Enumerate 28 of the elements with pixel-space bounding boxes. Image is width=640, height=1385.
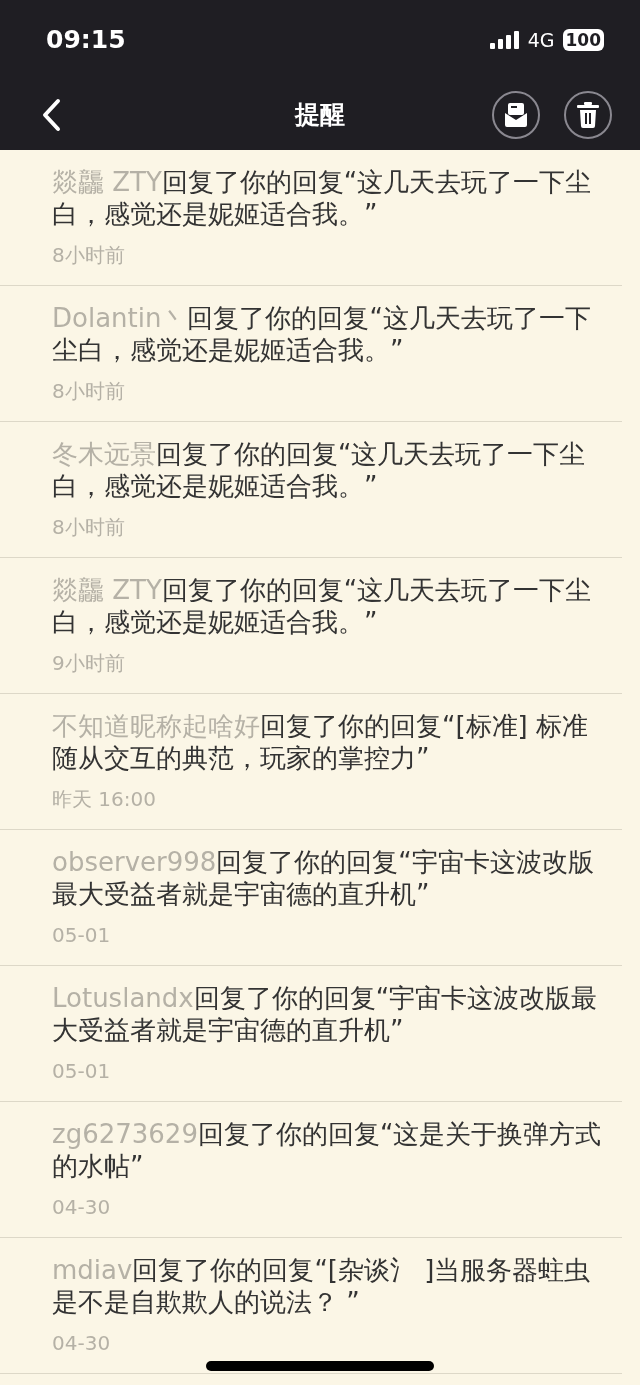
notification-text[interactable]: mdiav回复了你的回复“[杂谈氵 ]当服务器蛀虫是不是自欺欺人的说法？ ” <box>52 1254 602 1318</box>
notification-time: 昨天 16:00 <box>52 786 157 813</box>
notification-time: 04-30 <box>52 1330 112 1357</box>
notification-text[interactable]: 燚龘 ZTY回复了你的回复“这几天去玩了一下尘白，感觉还是妮姬适合我。” <box>52 166 602 230</box>
notification-text[interactable]: 燚龘 ZTY回复了你的回复“这几天去玩了一下尘白，感觉还是妮姬适合我。” <box>52 574 602 638</box>
notification-text[interactable]: 不知道昵称起啥好回复了你的回复“[标准] 标准随从交互的典范，玩家的掌控力” <box>52 710 602 774</box>
notification-text[interactable]: zg6273629回复了你的回复“这是关于换弹方式的水帖” <box>52 1118 602 1182</box>
notification-time: 8小时前 <box>52 242 126 269</box>
notification-text[interactable]: Dolantin丶 回复了你的回复“这几天去玩了一下尘白，感觉还是妮姬适合我。” <box>52 302 602 366</box>
notification-time: 05-01 <box>52 1058 112 1085</box>
notification-text[interactable]: Lotuslandx回复了你的回复“宇宙卡这波改版最大受益者就是宇宙德的直升机” <box>52 982 602 1046</box>
notification-time: 8小时前 <box>52 378 126 405</box>
notification-time: 9小时前 <box>52 650 126 677</box>
notification-text[interactable]: observer998回复了你的回复“宇宙卡这波改版最大受益者就是宇宙德的直升机” <box>52 846 602 910</box>
network-label: 4G <box>527 27 555 53</box>
notification-time: 05-01 <box>52 922 112 949</box>
notification-time: 04-30 <box>52 1194 112 1221</box>
back-button[interactable] <box>40 98 62 132</box>
page-title: 提醒 <box>295 99 345 132</box>
envelope-icon <box>504 102 528 128</box>
signal-icon <box>489 31 520 49</box>
notification-text[interactable]: 冬木远景回复了你的回复“这几天去玩了一下尘白，感觉还是妮姬适合我。” <box>52 438 602 502</box>
delete-button[interactable] <box>564 91 612 139</box>
battery-indicator: 100 <box>562 29 604 51</box>
mark-read-button[interactable] <box>492 91 540 139</box>
status-time: 09:15 <box>46 24 126 57</box>
trash-icon <box>577 102 599 128</box>
notification-time: 8小时前 <box>52 514 126 541</box>
